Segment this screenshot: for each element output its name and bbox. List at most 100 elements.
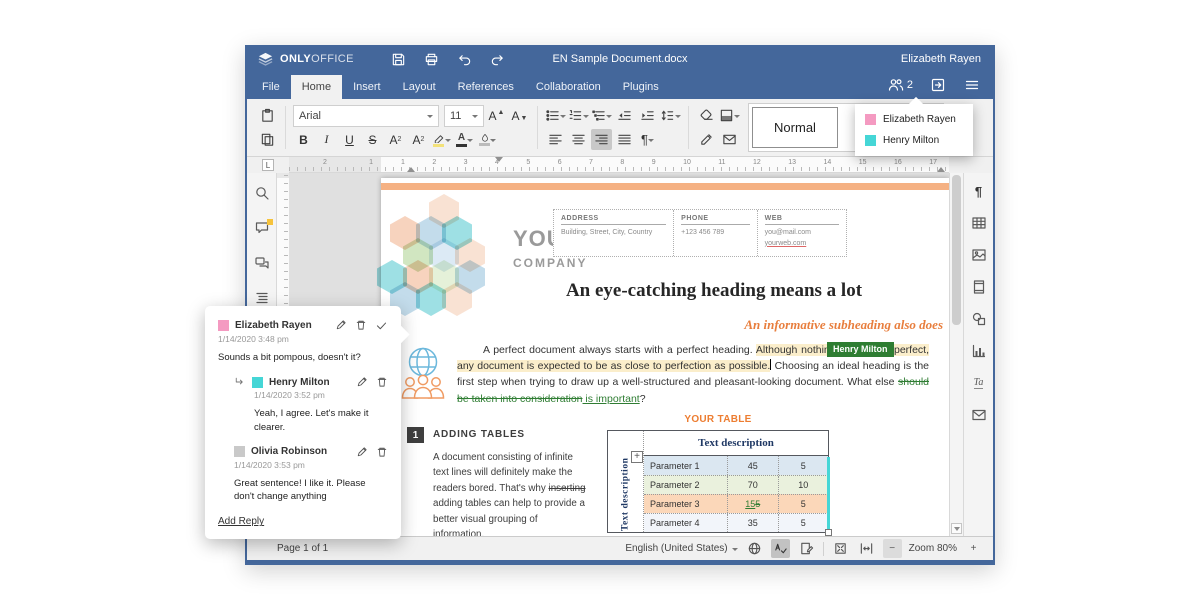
document-page[interactable]: YOUR COMPANY ADDRESS Building, Street, C…	[381, 178, 949, 536]
strikethrough-button[interactable]: S	[362, 129, 383, 150]
chart-settings-button[interactable]	[969, 341, 989, 361]
font-color-button[interactable]: A	[454, 129, 475, 150]
textart-settings-button[interactable]: Ta	[969, 373, 989, 393]
table-move-handle[interactable]: +	[631, 451, 643, 463]
nonprinting-characters-button[interactable]: ¶	[637, 129, 658, 150]
user-list-item: Elizabeth Rayen	[855, 109, 973, 130]
numbering-button[interactable]	[568, 105, 589, 126]
font-size-select[interactable]: 11	[444, 105, 484, 127]
section-title: ADDING TABLES	[433, 429, 525, 440]
horizontal-ruler[interactable]: 2 1 1 2 3 4 5 6 7 8 9 10 11 12 13 14 15 …	[289, 157, 949, 173]
active-users-button[interactable]: 2	[888, 77, 913, 93]
fit-width-button[interactable]	[857, 539, 876, 558]
tab-plugins[interactable]: Plugins	[612, 75, 670, 99]
tab-file[interactable]: File	[251, 75, 291, 99]
paragraph-settings-button[interactable]: ¶	[969, 181, 989, 201]
bullets-button[interactable]	[545, 105, 566, 126]
status-bar: Page 1 of 1 English (United States) − Zo…	[247, 536, 993, 560]
underline-button[interactable]: U	[339, 129, 360, 150]
tracked-deletion: 5	[755, 499, 760, 509]
shape-settings-button[interactable]	[969, 309, 989, 329]
copy-style-button[interactable]	[696, 129, 717, 150]
decrease-font-button[interactable]: A▼	[509, 105, 530, 126]
multilevel-list-button[interactable]	[591, 105, 612, 126]
align-left-button[interactable]	[545, 129, 566, 150]
tab-insert[interactable]: Insert	[342, 75, 392, 99]
zoom-level[interactable]: Zoom 80%	[909, 543, 957, 554]
edit-comment-button[interactable]	[335, 319, 347, 332]
align-right-button[interactable]	[591, 129, 612, 150]
section-paragraph[interactable]: A document consisting of infinite text l…	[433, 450, 587, 536]
italic-button[interactable]: I	[316, 129, 337, 150]
mailmerge-settings-button[interactable]	[969, 405, 989, 425]
clear-style-button[interactable]	[696, 105, 717, 126]
vertical-scrollbar-thumb[interactable]	[952, 175, 961, 325]
save-button[interactable]	[389, 50, 407, 68]
user-color-swatch	[865, 114, 876, 125]
decrease-indent-button[interactable]	[614, 105, 635, 126]
menu-icon[interactable]	[963, 76, 981, 94]
scroll-down-button[interactable]	[951, 523, 962, 534]
print-button[interactable]	[422, 50, 440, 68]
zoom-out-button[interactable]: −	[883, 539, 902, 558]
chevron-down-icon	[427, 115, 433, 121]
comments-panel-button[interactable]	[252, 218, 272, 238]
fit-page-button[interactable]	[831, 539, 850, 558]
edit-comment-button[interactable]	[356, 446, 368, 458]
increase-indent-button[interactable]	[637, 105, 658, 126]
vertical-scrollbar[interactable]	[949, 173, 963, 536]
zoom-in-button[interactable]: +	[964, 539, 983, 558]
left-indent-marker[interactable]	[407, 163, 415, 172]
page-indicator[interactable]: Page 1 of 1	[257, 543, 328, 554]
tracked-insertion: is important	[583, 393, 640, 405]
copy-button[interactable]	[257, 129, 278, 150]
save-copy-button[interactable]	[929, 76, 947, 94]
image-settings-button[interactable]	[969, 245, 989, 265]
undo-button[interactable]	[455, 50, 473, 68]
delete-comment-button[interactable]	[355, 319, 367, 332]
font-name-select[interactable]: Arial	[293, 105, 439, 127]
paste-button[interactable]	[257, 105, 278, 126]
tab-bar: File Home Insert Layout References Colla…	[247, 73, 993, 99]
delete-comment-button[interactable]	[376, 446, 388, 458]
mailmerge-button[interactable]	[719, 129, 740, 150]
superscript-button[interactable]: A2	[385, 129, 406, 150]
increase-font-button[interactable]: A▲	[486, 105, 507, 126]
track-changes-toggle[interactable]	[797, 539, 816, 558]
color-scheme-button[interactable]	[719, 105, 740, 126]
edit-comment-button[interactable]	[356, 376, 368, 388]
highlight-color-button[interactable]	[431, 129, 452, 150]
table-resize-handle[interactable]	[825, 529, 832, 536]
tab-home[interactable]: Home	[291, 75, 342, 99]
tab-collaboration[interactable]: Collaboration	[525, 75, 612, 99]
redo-button[interactable]	[488, 50, 506, 68]
tab-layout[interactable]: Layout	[392, 75, 447, 99]
tab-stop-selector[interactable]: L	[262, 159, 274, 171]
globe-people-icon	[397, 344, 449, 400]
subscript-button[interactable]: A2	[408, 129, 429, 150]
align-center-button[interactable]	[568, 129, 589, 150]
right-indent-marker[interactable]	[937, 163, 945, 172]
first-line-indent-marker[interactable]	[495, 157, 503, 166]
comment-text: Great sentence! I like it. Please don't …	[234, 477, 388, 504]
resolve-comment-button[interactable]	[375, 319, 388, 332]
add-reply-link[interactable]: Add Reply	[218, 516, 264, 527]
tab-references[interactable]: References	[447, 75, 525, 99]
chat-panel-button[interactable]	[252, 253, 272, 273]
table-title: YOUR TABLE	[607, 414, 829, 425]
spellcheck-language-icon[interactable]	[745, 539, 764, 558]
headerfooter-settings-button[interactable]	[969, 277, 989, 297]
style-normal[interactable]: Normal	[752, 107, 838, 148]
table-settings-button[interactable]	[969, 213, 989, 233]
align-justify-button[interactable]	[614, 129, 635, 150]
document-table[interactable]: + Text description Text description Para…	[607, 430, 829, 533]
navigation-panel-button[interactable]	[252, 288, 272, 308]
bold-button[interactable]: B	[293, 129, 314, 150]
language-selector[interactable]: English (United States)	[625, 543, 737, 554]
shading-color-button[interactable]	[477, 129, 498, 150]
delete-comment-button[interactable]	[376, 376, 388, 388]
spellcheck-toggle[interactable]	[771, 539, 790, 558]
chevron-down-icon	[467, 139, 473, 145]
line-spacing-button[interactable]	[660, 105, 681, 126]
search-button[interactable]	[252, 183, 272, 203]
